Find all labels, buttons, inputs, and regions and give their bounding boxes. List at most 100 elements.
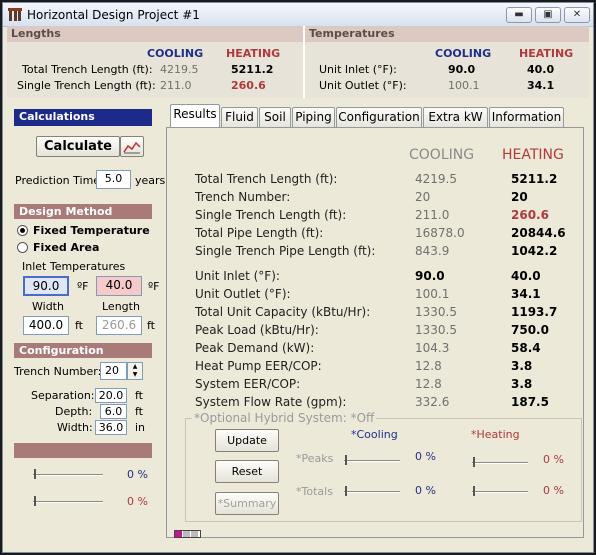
inlet-cooling-input[interactable]: 90.0 (23, 276, 69, 296)
tab-configuration[interactable]: Configuration (336, 107, 422, 128)
total-trench-length-cooling: 4219.5 (415, 172, 457, 186)
summary-unit-inlet-label: Unit Inlet (°F): (319, 63, 397, 76)
width-label: Width (32, 300, 64, 313)
peak-demand-heating: 58.4 (511, 341, 541, 355)
depth-input[interactable]: 6.0 (100, 404, 127, 419)
spinner-down-icon[interactable]: ▼ (128, 371, 142, 379)
lengths-header: Lengths (7, 26, 303, 42)
prediction-time-unit: years (135, 174, 166, 187)
status-block (191, 531, 198, 537)
hybrid-heating-label: *Heating (471, 428, 520, 441)
fixed-area-label: Fixed Area (33, 241, 100, 254)
totals-cooling-track (344, 491, 400, 493)
totals-heating-value: 0 % (543, 484, 564, 497)
lengths-cooling-label: COOLING (147, 47, 204, 60)
hybrid-header-bar (14, 443, 152, 458)
close-button[interactable]: ✕ (564, 7, 590, 23)
tab-fluid[interactable]: Fluid (221, 107, 258, 128)
results-heating-header: HEATING (502, 147, 564, 163)
prediction-time-label: Prediction Time: (15, 174, 104, 187)
status-block (183, 531, 190, 537)
width-unit: ft (75, 319, 83, 332)
width2-unit: in (135, 421, 146, 434)
summary-unit-outlet-heating: 34.1 (527, 79, 555, 92)
width-input[interactable]: 400.0 (23, 316, 69, 335)
system-eer-heating: 3.8 (511, 377, 533, 391)
trench-number-label: Trench Number: (14, 365, 102, 378)
chart-button[interactable] (120, 136, 144, 157)
tab-piping[interactable]: Piping (292, 107, 335, 128)
hybrid-cooling-label: *Cooling (351, 428, 398, 441)
update-button[interactable]: Update (215, 429, 279, 452)
depth-label: Depth: (55, 405, 93, 418)
single-trench-pipe-length-heating: 1042.2 (511, 244, 558, 258)
inlet-heating-input[interactable]: 40.0 (96, 276, 142, 296)
totals-cooling-thumb[interactable] (345, 486, 347, 496)
title-bar[interactable]: Horizontal Design Project #1 ▬ ▣ ✕ (3, 3, 593, 27)
length-input[interactable]: 260.6 (96, 316, 142, 335)
chart-icon (123, 141, 141, 154)
peak-demand-cooling: 104.3 (415, 341, 450, 355)
totals-label: *Totals (296, 485, 333, 498)
separation-input[interactable]: 20.0 (95, 388, 127, 403)
fixed-area-radio[interactable] (17, 242, 28, 253)
slider1-thumb[interactable] (34, 469, 36, 479)
summary-single-trench-label: Single Trench Length (ft): (17, 79, 156, 92)
summary-button[interactable]: *Summary (215, 492, 279, 515)
summary-total-trench-cooling: 4219.5 (160, 63, 199, 76)
peaks-cooling-thumb[interactable] (345, 455, 347, 465)
totals-heating-thumb[interactable] (473, 486, 475, 496)
tab-extra-kw[interactable]: Extra kW (423, 107, 488, 128)
peaks-heating-thumb[interactable] (473, 457, 475, 467)
lengths-heating-label: HEATING (226, 47, 281, 60)
totals-cooling-value: 0 % (415, 484, 436, 497)
system-flow-rate-heating: 187.5 (511, 395, 549, 409)
calculations-header: Calculations (14, 109, 152, 126)
peaks-cooling-track (344, 460, 400, 462)
spinner-up-icon[interactable]: ▲ (128, 363, 142, 371)
temperatures-header: Temperatures (305, 26, 589, 42)
tab-results[interactable]: Results (170, 104, 220, 129)
calculate-button[interactable]: Calculate (36, 136, 120, 157)
temps-cooling-label: COOLING (435, 47, 492, 60)
width2-input[interactable]: 36.0 (95, 420, 127, 435)
tab-soil[interactable]: Soil (259, 107, 291, 128)
single-trench-length-heating: 260.6 (511, 208, 549, 222)
length-label: Length (102, 300, 140, 313)
peak-load-label: Peak Load (kBtu/Hr): (195, 323, 319, 337)
restore-button[interactable]: ▣ (535, 7, 561, 23)
heat-pump-eer-label: Heat Pump EER/COP: (195, 359, 322, 373)
inlet-cooling-unit: ºF (77, 280, 89, 293)
heat-pump-eer-heating: 3.8 (511, 359, 533, 373)
window-title: Horizontal Design Project #1 (27, 8, 200, 22)
single-trench-pipe-length-cooling: 843.9 (415, 244, 450, 258)
peak-load-heating: 750.0 (511, 323, 549, 337)
tab-information[interactable]: Information (489, 107, 564, 128)
summary-unit-outlet-cooling: 100.1 (448, 79, 480, 92)
separation-label: Separation: (31, 389, 95, 402)
summary-divider (303, 26, 305, 98)
reset-button[interactable]: Reset (215, 460, 279, 483)
slider1-value: 0 % (127, 468, 148, 481)
unit-outlet-cooling: 100.1 (415, 287, 450, 301)
design-method-header: Design Method (14, 204, 152, 219)
totals-heating-track (472, 491, 528, 493)
slider2-thumb[interactable] (34, 496, 36, 506)
peaks-heating-track (472, 462, 528, 464)
results-cooling-header: COOLING (409, 147, 475, 163)
width2-label: Width: (57, 421, 93, 434)
app-icon (8, 8, 22, 21)
peaks-cooling-value: 0 % (415, 450, 436, 463)
total-pipe-length-heating: 20844.6 (511, 226, 566, 240)
fixed-temperature-label: Fixed Temperature (33, 224, 150, 237)
peak-demand-label: Peak Demand (kW): (195, 341, 315, 355)
depth-unit: ft (135, 405, 143, 418)
separation-unit: ft (135, 389, 143, 402)
trench-number-spinner[interactable]: ▲ ▼ (127, 362, 143, 380)
minimize-button[interactable]: ▬ (506, 7, 532, 23)
trench-number-input[interactable]: 20 (100, 362, 127, 380)
prediction-time-input[interactable]: 5.0 (96, 170, 131, 189)
total-pipe-length-label: Total Pipe Length (ft): (195, 226, 324, 240)
inlet-heating-unit: ºF (148, 280, 160, 293)
fixed-temperature-radio[interactable] (17, 225, 28, 236)
